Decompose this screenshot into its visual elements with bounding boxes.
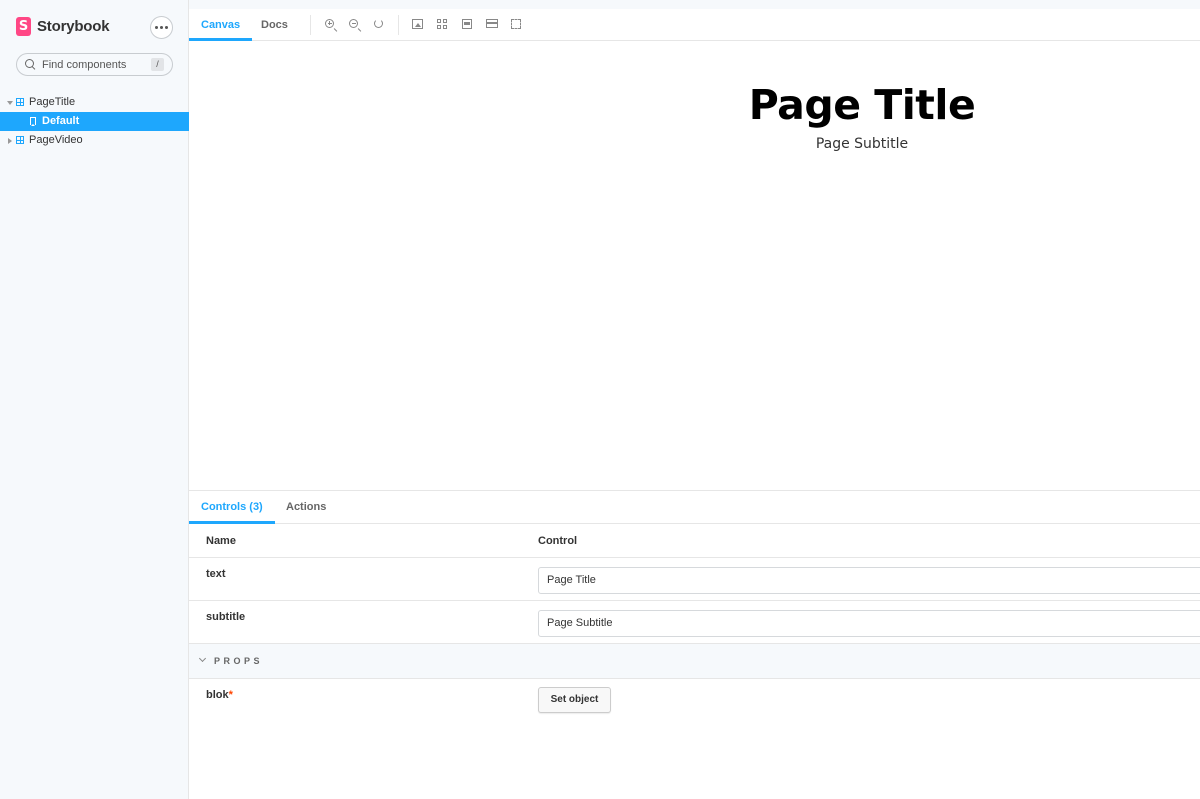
tree-item-label: PageTitle (29, 96, 76, 108)
bookmark-icon (30, 117, 36, 126)
tree-item-default-story[interactable]: Default (0, 112, 189, 131)
tab-controls[interactable]: Controls (3) (189, 491, 275, 524)
storybook-logo[interactable]: S Storybook (16, 17, 110, 36)
addon-tabs: Controls (3) Actions (189, 491, 1200, 524)
toolbar-divider (310, 15, 311, 35)
page-subtitle: Page Subtitle (815, 136, 909, 152)
viewport-icon[interactable] (486, 19, 498, 28)
tab-actions[interactable]: Actions (274, 491, 338, 524)
zoom-out-icon[interactable] (349, 19, 358, 28)
brand-name: Storybook (37, 18, 110, 35)
search-icon (25, 59, 36, 70)
tree-item-pagetitle[interactable]: PageTitle (0, 93, 189, 112)
outline-icon[interactable] (511, 19, 521, 29)
table-header: Name Control (189, 524, 1200, 558)
table-row: blok* Set object (189, 679, 1200, 729)
tree-item-label: PageVideo (29, 134, 83, 146)
image-icon[interactable] (412, 19, 423, 29)
controls-table: Name Control text Page Title subtitle Pa… (189, 524, 1200, 729)
tab-docs[interactable]: Docs (249, 9, 300, 41)
table-row: text Page Title (189, 558, 1200, 601)
section-label: PROPS (214, 656, 264, 666)
addons-panel: Controls (3) Actions Name Control text P… (189, 490, 1200, 799)
component-icon (16, 98, 24, 106)
props-section-header[interactable]: PROPS (189, 644, 1200, 679)
main-panel: Canvas Docs Page Title Page Subtitle Con… (189, 9, 1200, 799)
settings-menu-button[interactable] (150, 16, 173, 39)
grid-icon[interactable] (437, 19, 447, 29)
set-object-button[interactable]: Set object (538, 687, 611, 713)
chevron-right-icon (8, 138, 12, 144)
prop-name: text (206, 568, 226, 580)
toolbar-divider (398, 15, 399, 35)
column-header-name: Name (206, 535, 236, 547)
chevron-down-icon (7, 101, 13, 105)
text-control-input[interactable]: Page Title (538, 567, 1200, 594)
storybook-logo-icon: S (16, 17, 31, 36)
subtitle-control-input[interactable]: Page Subtitle (538, 610, 1200, 637)
prop-name: blok* (206, 689, 233, 701)
component-icon (16, 136, 24, 144)
chevron-down-icon (198, 654, 207, 663)
required-mark: * (228, 689, 233, 701)
column-header-control: Control (538, 535, 578, 547)
search-shortcut-key: / (151, 58, 164, 71)
background-icon[interactable] (462, 19, 472, 29)
tab-canvas[interactable]: Canvas (189, 9, 253, 41)
tree-item-pagevideo[interactable]: PageVideo (0, 131, 189, 150)
component-tree: PageTitle Default PageVideo (0, 93, 189, 150)
zoom-in-icon[interactable] (325, 19, 334, 28)
tree-item-label: Default (42, 115, 80, 127)
table-row: subtitle Page Subtitle (189, 601, 1200, 644)
ellipsis-icon (155, 26, 158, 29)
toolbar: Canvas Docs (189, 9, 1200, 41)
search-box[interactable]: / (16, 53, 173, 76)
zoom-reset-icon[interactable] (374, 19, 383, 28)
search-input[interactable] (42, 58, 142, 71)
story-canvas: Page Title Page Subtitle (189, 41, 1200, 490)
sidebar: S Storybook / PageTitle Default PageVide… (0, 0, 189, 799)
page-title: Page Title (748, 81, 976, 129)
prop-name: subtitle (206, 611, 246, 623)
